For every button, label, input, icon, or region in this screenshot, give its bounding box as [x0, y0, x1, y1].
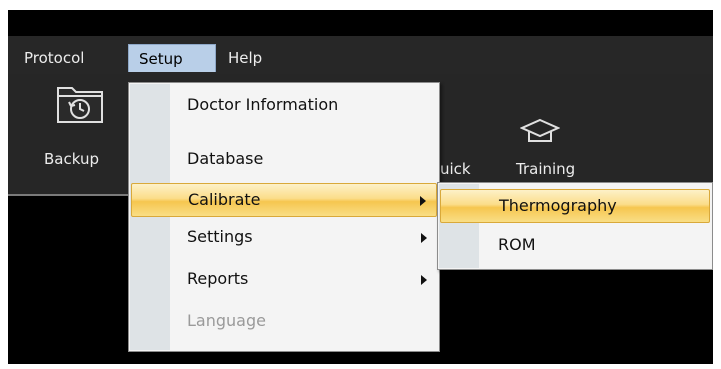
menu-item-label: ROM	[498, 235, 536, 254]
menu-item-label: Calibrate	[188, 190, 261, 209]
submenu-arrow-icon	[421, 233, 427, 243]
training-graduation-cap-icon[interactable]	[519, 116, 561, 150]
menu-item-label: Language	[187, 311, 266, 330]
menu-setup[interactable]: Setup	[128, 44, 216, 72]
menu-item-label: Settings	[187, 227, 253, 246]
menu-item-thermography[interactable]: Thermography	[440, 189, 710, 223]
menu-item-label: Database	[187, 149, 264, 168]
menu-item-rom[interactable]: ROM	[440, 229, 710, 263]
backup-button-label[interactable]: Backup	[44, 150, 99, 168]
menu-item-database[interactable]: Database	[131, 143, 437, 177]
menu-help[interactable]: Help	[218, 44, 274, 72]
quick-button-label[interactable]: uick	[440, 160, 471, 178]
submenu-arrow-icon	[420, 196, 426, 206]
setup-dropdown-menu: Doctor Information Database Calibrate Se…	[128, 82, 440, 352]
submenu-arrow-icon	[421, 275, 427, 285]
training-button-label[interactable]: Training	[516, 160, 575, 178]
menu-item-label: Doctor Information	[187, 95, 339, 114]
menu-item-reports[interactable]: Reports	[131, 263, 437, 297]
backup-folder-clock-icon[interactable]	[52, 78, 108, 132]
menu-item-settings[interactable]: Settings	[131, 221, 437, 255]
menu-item-language: Language	[131, 305, 437, 339]
menu-protocol[interactable]: Protocol	[14, 44, 96, 72]
menu-item-doctor-information[interactable]: Doctor Information	[131, 89, 437, 123]
calibrate-submenu: Thermography ROM	[437, 182, 713, 270]
menu-item-calibrate[interactable]: Calibrate	[131, 183, 437, 217]
menu-item-label: Reports	[187, 269, 249, 288]
application-window: Protocol Setup Help Backup uick Training	[8, 10, 713, 364]
menu-item-label: Thermography	[499, 196, 617, 215]
menu-bar: Protocol Setup Help	[8, 36, 713, 74]
